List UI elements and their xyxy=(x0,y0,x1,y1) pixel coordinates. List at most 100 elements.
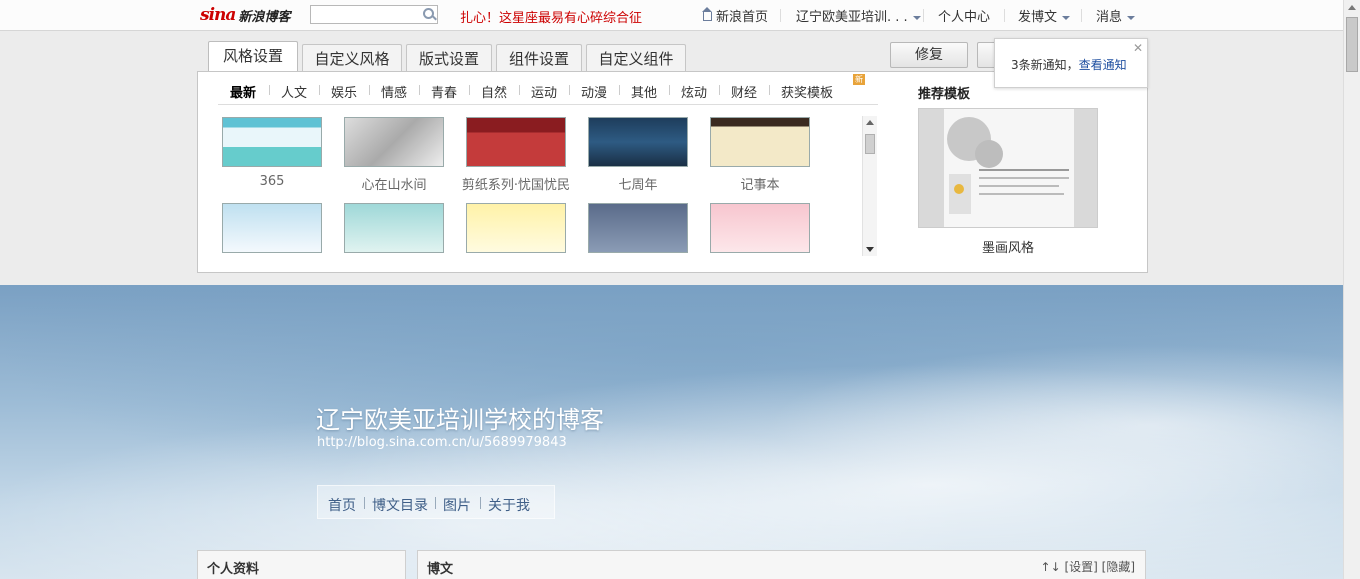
template-thumb[interactable] xyxy=(344,203,444,253)
divider xyxy=(923,9,924,22)
nav-blog-menu[interactable]: 辽宁欧美亚培训. . . xyxy=(796,6,921,25)
template-thumb[interactable] xyxy=(588,203,688,253)
blog-nav-photos[interactable]: 图片 xyxy=(443,495,471,515)
recommended-template-label[interactable]: 墨画风格 xyxy=(918,237,1098,256)
nav-home-label: 新浪首页 xyxy=(716,10,769,25)
recommended-templates-title: 推荐模板 xyxy=(918,87,971,102)
category-entertainment[interactable]: 娱乐 xyxy=(331,82,357,101)
notification-count: 3条新通知， xyxy=(1011,58,1079,72)
tab-widget-settings[interactable]: 组件设置 xyxy=(496,44,582,71)
notification-text: 3条新通知，查看通知 xyxy=(1011,56,1127,73)
template-label[interactable]: 心在山水间 xyxy=(329,174,459,193)
template-thumb-notebook[interactable] xyxy=(710,117,810,167)
category-anime[interactable]: 动漫 xyxy=(581,82,607,101)
profile-box-title: 个人资料 xyxy=(207,562,260,577)
blog-nav-about[interactable]: 关于我 xyxy=(488,495,530,515)
scroll-down-arrow-icon[interactable] xyxy=(866,247,874,252)
template-category-nav: 最新 人文 娱乐 情感 青春 自然 运动 动漫 其他 炫动 财经 获奖模板 新 xyxy=(218,74,878,105)
template-thumb[interactable] xyxy=(710,203,810,253)
blog-nav-home[interactable]: 首页 xyxy=(328,495,356,515)
divider xyxy=(480,497,481,509)
nav-personal-center[interactable]: 个人中心 xyxy=(938,6,990,25)
divider xyxy=(780,9,781,22)
search-box[interactable] xyxy=(310,5,438,24)
divider xyxy=(1004,9,1005,22)
category-finance[interactable]: 财经 xyxy=(731,82,757,101)
nav-messages-label: 消息 xyxy=(1096,10,1123,25)
sina-logo-text: sina xyxy=(200,5,236,25)
category-humanities[interactable]: 人文 xyxy=(281,82,307,101)
sina-blog-logo[interactable]: sina 新浪博客 xyxy=(200,3,290,27)
chevron-down-icon xyxy=(912,15,921,20)
home-icon xyxy=(702,7,712,21)
template-thumb[interactable] xyxy=(466,203,566,253)
posts-box-tools[interactable]: ↑↓ [设置] [隐藏] xyxy=(1041,558,1135,575)
page-scrollbar[interactable] xyxy=(1343,0,1360,579)
new-badge: 新 xyxy=(853,74,865,85)
category-nature[interactable]: 自然 xyxy=(481,82,507,101)
nav-messages-menu[interactable]: 消息 xyxy=(1096,6,1136,25)
template-label[interactable]: 七周年 xyxy=(573,174,703,193)
nav-blog-label: 辽宁欧美亚培训. . . xyxy=(796,10,908,25)
category-other[interactable]: 其他 xyxy=(631,82,657,101)
ink-painting-preview-image xyxy=(919,109,1097,227)
divider xyxy=(769,85,770,95)
category-latest[interactable]: 最新 xyxy=(230,82,256,101)
category-emotion[interactable]: 情感 xyxy=(381,82,407,101)
divider xyxy=(569,85,570,95)
template-thumb[interactable] xyxy=(222,203,322,253)
category-youth[interactable]: 青春 xyxy=(431,82,457,101)
template-thumb-landscape[interactable] xyxy=(344,117,444,167)
tab-style-settings[interactable]: 风格设置 xyxy=(208,41,298,71)
template-thumb-seventh-anniversary[interactable] xyxy=(588,117,688,167)
repair-button[interactable]: 修复 xyxy=(890,42,968,68)
nav-post-label: 发博文 xyxy=(1018,10,1058,25)
blog-nav-articles[interactable]: 博文目录 xyxy=(372,495,428,515)
divider xyxy=(419,85,420,95)
scroll-thumb[interactable] xyxy=(1346,17,1358,72)
search-input[interactable] xyxy=(313,7,417,24)
template-thumb-papercut[interactable] xyxy=(466,117,566,167)
nav-post-menu[interactable]: 发博文 xyxy=(1018,6,1071,25)
template-picker: 最新 人文 娱乐 情感 青春 自然 运动 动漫 其他 炫动 财经 获奖模板 新 xyxy=(197,71,1148,273)
top-toolbar: sina 新浪博客 扎心！这星座最易有心碎综合征 新浪首页 辽宁欧美亚培训. .… xyxy=(0,0,1343,31)
category-dynamic[interactable]: 炫动 xyxy=(681,82,707,101)
notification-popup: ✕ 3条新通知，查看通知 xyxy=(994,38,1148,88)
nav-home[interactable]: 新浪首页 xyxy=(702,6,769,25)
divider xyxy=(519,85,520,95)
scroll-up-arrow-icon[interactable] xyxy=(866,120,874,125)
template-list-scrollbar[interactable] xyxy=(862,116,877,256)
tab-custom-style[interactable]: 自定义风格 xyxy=(302,44,402,71)
divider xyxy=(719,85,720,95)
scroll-thumb[interactable] xyxy=(865,134,875,154)
search-icon[interactable] xyxy=(423,8,434,19)
close-icon[interactable]: ✕ xyxy=(1133,41,1143,55)
profile-box-header: 个人资料 xyxy=(197,550,406,579)
template-thumb-365[interactable] xyxy=(222,117,322,167)
divider xyxy=(1081,9,1082,22)
category-sports[interactable]: 运动 xyxy=(531,82,557,101)
tab-custom-widget[interactable]: 自定义组件 xyxy=(586,44,686,71)
tab-layout-settings[interactable]: 版式设置 xyxy=(406,44,492,71)
blog-title[interactable]: 辽宁欧美亚培训学校的博客 xyxy=(316,400,604,435)
template-label[interactable]: 365 xyxy=(207,174,337,189)
divider xyxy=(435,497,436,509)
chevron-down-icon xyxy=(1127,15,1136,20)
posts-box-title: 博文 xyxy=(427,562,454,577)
divider xyxy=(619,85,620,95)
blog-nav: 首页 博文目录 图片 关于我 xyxy=(317,485,555,519)
recommended-template-thumb[interactable] xyxy=(918,108,1098,228)
promo-link[interactable]: 扎心！这星座最易有心碎综合征 xyxy=(460,7,642,26)
template-label[interactable]: 记事本 xyxy=(695,174,825,193)
divider xyxy=(319,85,320,95)
posts-box-header: 博文 ↑↓ [设置] [隐藏] xyxy=(417,550,1146,579)
divider xyxy=(369,85,370,95)
template-label[interactable]: 剪纸系列·忧国忧民 xyxy=(451,174,581,193)
category-award-templates[interactable]: 获奖模板 xyxy=(781,82,833,101)
divider xyxy=(269,85,270,95)
scroll-up-arrow-icon[interactable] xyxy=(1348,5,1356,10)
divider xyxy=(469,85,470,95)
view-notifications-link[interactable]: 查看通知 xyxy=(1079,58,1127,72)
blog-header-background: 辽宁欧美亚培训学校的博客 http://blog.sina.com.cn/u/5… xyxy=(0,285,1343,579)
blog-url[interactable]: http://blog.sina.com.cn/u/5689979843 xyxy=(317,435,567,450)
